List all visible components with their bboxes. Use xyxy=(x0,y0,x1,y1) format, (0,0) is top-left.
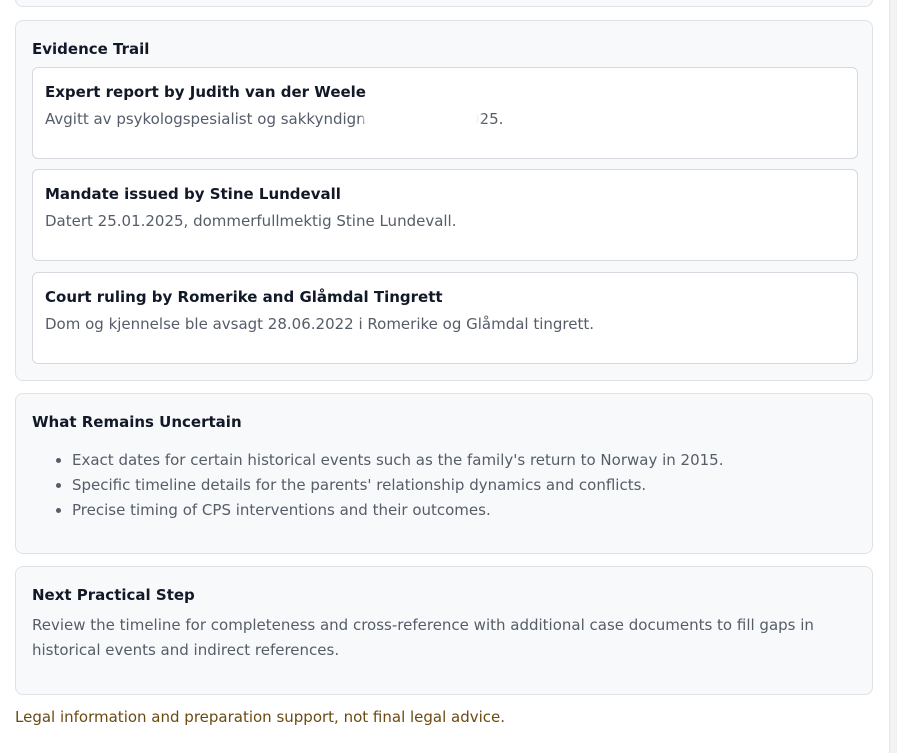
list-item: Precise timing of CPS interventions and … xyxy=(72,498,852,523)
uncertainty-card: What Remains Uncertain Exact dates for c… xyxy=(15,393,873,554)
evidence-item-title: Court ruling by Romerike and Glåmdal Tin… xyxy=(45,288,443,306)
redaction-blur xyxy=(363,104,481,132)
evidence-item-expert-report: Expert report by Judith van der Weele Av… xyxy=(32,67,858,159)
evidence-trail-heading: Evidence Trail xyxy=(32,40,150,58)
vertical-scrollbar[interactable] xyxy=(889,0,897,753)
evidence-item-mandate: Mandate issued by Stine Lundevall Datert… xyxy=(32,169,858,261)
list-item: Specific timeline details for the parent… xyxy=(72,473,852,498)
results-panel[interactable]: Evidence Trail Expert report by Judith v… xyxy=(0,0,890,753)
next-step-heading: Next Practical Step xyxy=(32,586,195,604)
previous-section-card xyxy=(15,0,873,7)
evidence-trail-card: Evidence Trail Expert report by Judith v… xyxy=(15,20,873,381)
evidence-item-court-ruling: Court ruling by Romerike and Glåmdal Tin… xyxy=(32,272,858,364)
evidence-item-title: Mandate issued by Stine Lundevall xyxy=(45,185,341,203)
scrollbar-thumb[interactable] xyxy=(891,0,896,753)
next-step-text: Review the timeline for completeness and… xyxy=(32,616,814,659)
uncertainty-list: Exact dates for certain historical event… xyxy=(32,448,852,523)
next-step-card: Next Practical Step Review the timeline … xyxy=(15,566,873,695)
evidence-item-description: Dom og kjennelse ble avsagt 28.06.2022 i… xyxy=(45,315,595,333)
uncertainty-heading: What Remains Uncertain xyxy=(32,413,242,431)
list-item: Exact dates for certain historical event… xyxy=(72,448,852,473)
legal-disclaimer: Legal information and preparation suppor… xyxy=(15,708,506,726)
viewport: Evidence Trail Expert report by Judith v… xyxy=(0,0,897,753)
evidence-item-title: Expert report by Judith van der Weele xyxy=(45,83,366,101)
evidence-item-description: Datert 25.01.2025, dommerfullmektig Stin… xyxy=(45,212,457,230)
